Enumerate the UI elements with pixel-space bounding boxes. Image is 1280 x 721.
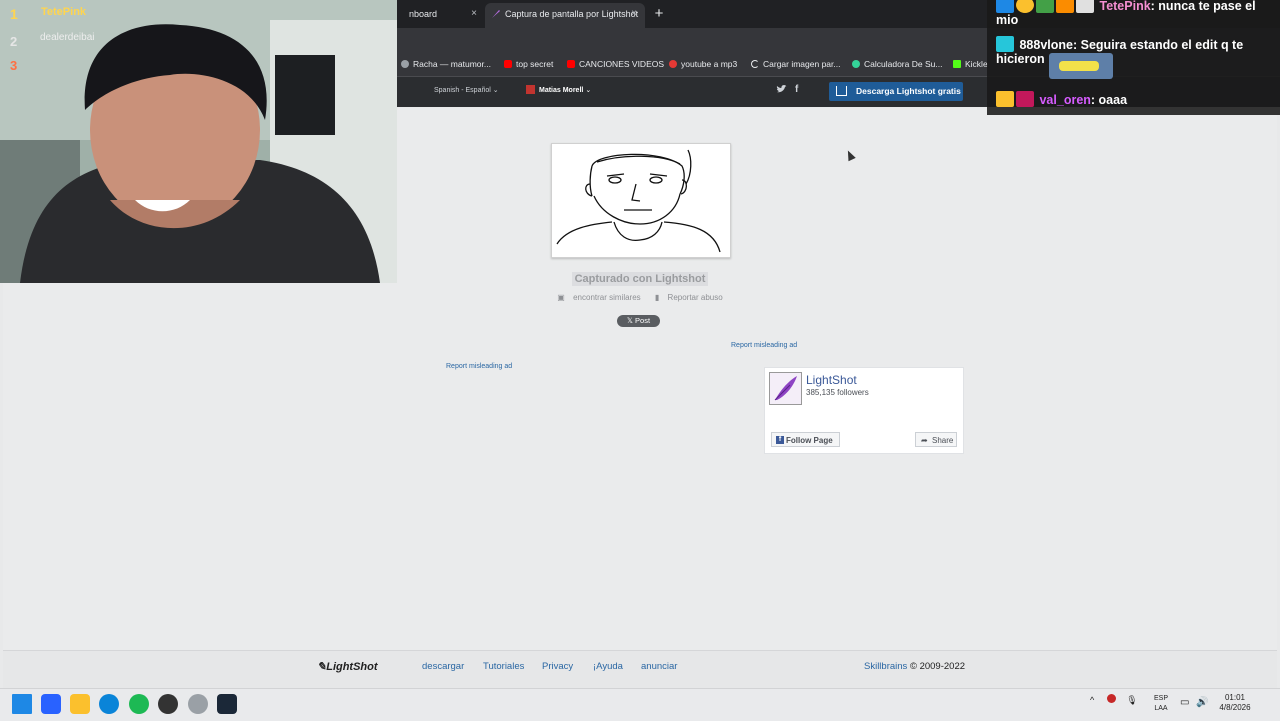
close-tab-icon[interactable]: × bbox=[471, 3, 477, 25]
leaderboard-row: 1 TetePink bbox=[10, 6, 87, 22]
bookmark-item[interactable]: top secret bbox=[504, 52, 553, 76]
clock[interactable]: 01:01 4/8/2026 bbox=[1213, 693, 1257, 713]
tab-label: Captura de pantalla por Lightshot bbox=[505, 9, 639, 19]
footer-link-help[interactable]: ¡Ayuda bbox=[593, 661, 623, 672]
loader-icon bbox=[751, 60, 759, 68]
share-arrow-icon: ➦ bbox=[921, 436, 928, 445]
feather-icon bbox=[770, 373, 801, 404]
steam-icon[interactable] bbox=[217, 694, 237, 714]
avatar bbox=[526, 85, 535, 94]
badge-icon bbox=[1016, 91, 1034, 107]
facebook-icon[interactable]: f bbox=[795, 84, 798, 95]
sketch-drawing bbox=[556, 149, 721, 253]
kick-icon bbox=[953, 60, 961, 68]
lightshot-logo[interactable] bbox=[769, 372, 802, 405]
chat-message: TetePink: nunca te pase el mio bbox=[996, 0, 1280, 27]
feather-icon bbox=[492, 10, 500, 18]
edge-icon[interactable] bbox=[99, 694, 119, 714]
new-tab-button[interactable]: + bbox=[650, 3, 668, 25]
footer-logo[interactable]: ✎LightShot bbox=[317, 660, 378, 673]
youtube-icon bbox=[669, 60, 677, 68]
trash-icon: ▮ bbox=[654, 293, 660, 302]
bookmark-item[interactable]: Calculadora De Su... bbox=[852, 52, 942, 76]
volume-icon[interactable]: 🔊 bbox=[1196, 697, 1208, 708]
network-icon[interactable]: ▭ bbox=[1180, 697, 1189, 708]
tab-leaderboard[interactable]: nboard × bbox=[397, 3, 485, 28]
download-lightshot-button[interactable]: Descarga Lightshot gratis bbox=[829, 82, 963, 101]
spotify-icon[interactable] bbox=[129, 694, 149, 714]
footer-link-advertise[interactable]: anunciar bbox=[641, 661, 677, 672]
bookmark-item[interactable]: CANCIONES VIDEOS bbox=[567, 52, 664, 76]
report-abuse-link[interactable]: ▮ Reportar abuso bbox=[652, 293, 726, 302]
screenshot-actions: ▣ encontrar similares ▮ Reportar abuso bbox=[551, 292, 729, 304]
screenshot-image[interactable] bbox=[551, 143, 731, 258]
leaderboard-row: 3 bbox=[10, 58, 18, 73]
close-tab-icon[interactable]: × bbox=[631, 3, 637, 25]
windows-start-icon[interactable] bbox=[12, 694, 32, 714]
badge-icon bbox=[996, 0, 1014, 13]
download-icon bbox=[836, 86, 847, 96]
microphone-icon[interactable]: 🎙 bbox=[1126, 695, 1137, 705]
leaderboard-row: 2 dealerdeibai bbox=[10, 32, 95, 49]
footer bbox=[3, 650, 1277, 689]
image-icon: ▣ bbox=[557, 293, 565, 302]
twitter-icon[interactable] bbox=[776, 84, 787, 94]
file-explorer-icon[interactable] bbox=[70, 694, 90, 714]
tray-chevron-icon[interactable]: ^ bbox=[1090, 695, 1094, 705]
copyright: Skillbrains © 2009-2022 bbox=[864, 661, 966, 672]
report-misleading-ad-link[interactable]: Report misleading ad bbox=[446, 363, 512, 370]
language-select[interactable]: Spanish - Español ⌄ bbox=[434, 84, 499, 98]
system-tray: ^ 🎙 bbox=[1090, 694, 1138, 706]
share-button[interactable]: ➦ Share bbox=[915, 432, 957, 447]
chat-message: val_oren: oaaa bbox=[996, 91, 1127, 107]
youtube-icon bbox=[567, 60, 575, 68]
footer-link-download[interactable]: descargar bbox=[422, 661, 464, 672]
obs-icon[interactable] bbox=[158, 694, 178, 714]
footer-link-privacy[interactable]: Privacy bbox=[542, 661, 573, 672]
bookmark-item[interactable]: youtube a mp3 bbox=[669, 52, 737, 76]
capture-caption: Capturado con Lightshot bbox=[551, 271, 729, 287]
chat-overlay: TetePink: nunca te pase el mio 888vlone:… bbox=[987, 0, 1280, 115]
crown-icon bbox=[996, 91, 1014, 107]
skillbrains-link[interactable]: Skillbrains bbox=[864, 661, 907, 672]
badge-icon bbox=[1076, 0, 1094, 13]
input-language[interactable]: ESP LAA bbox=[1150, 694, 1172, 714]
store-icon[interactable] bbox=[41, 694, 61, 714]
footer-link-tutorials[interactable]: Tutoriales bbox=[483, 661, 524, 672]
report-misleading-ad-link[interactable]: Report misleading ad bbox=[731, 342, 797, 349]
badge-icon bbox=[996, 36, 1014, 52]
follow-page-button[interactable]: f Follow Page bbox=[771, 432, 840, 447]
badge-icon bbox=[1056, 0, 1074, 13]
tab-lightshot[interactable]: Captura de pantalla por Lightshot × bbox=[485, 3, 645, 28]
calculator-icon bbox=[852, 60, 860, 68]
app-icon[interactable] bbox=[188, 694, 208, 714]
badge-icon bbox=[1016, 0, 1034, 13]
facebook-icon: f bbox=[776, 436, 784, 444]
chevron-down-icon: ⌄ bbox=[492, 87, 499, 94]
find-similar-link[interactable]: ▣ encontrar similares bbox=[554, 293, 643, 302]
tab-label: nboard bbox=[409, 9, 438, 19]
fb-page-name[interactable]: LightShot bbox=[806, 373, 857, 387]
user-menu[interactable]: Matias Morell ⌄ bbox=[526, 84, 591, 98]
fb-followers-count: 385,135 followers bbox=[806, 388, 869, 397]
badge-icon bbox=[1036, 0, 1054, 13]
youtube-icon bbox=[504, 60, 512, 68]
tray-app-icon[interactable] bbox=[1106, 694, 1116, 703]
bookmark-item[interactable]: Kickle bbox=[953, 52, 988, 76]
globe-icon bbox=[401, 60, 409, 68]
bookmark-item[interactable]: Cargar imagen par... bbox=[751, 52, 840, 76]
x-post-button[interactable]: 𝕏 Post bbox=[617, 315, 660, 327]
chevron-down-icon: ⌄ bbox=[585, 87, 592, 94]
bookmark-item[interactable]: Racha — matumor... bbox=[401, 52, 491, 76]
feather-icon: ✎ bbox=[317, 661, 327, 673]
emote-icon bbox=[1049, 53, 1113, 79]
chat-message: 888vlone: Seguira estando el edit q te h… bbox=[996, 36, 1244, 66]
